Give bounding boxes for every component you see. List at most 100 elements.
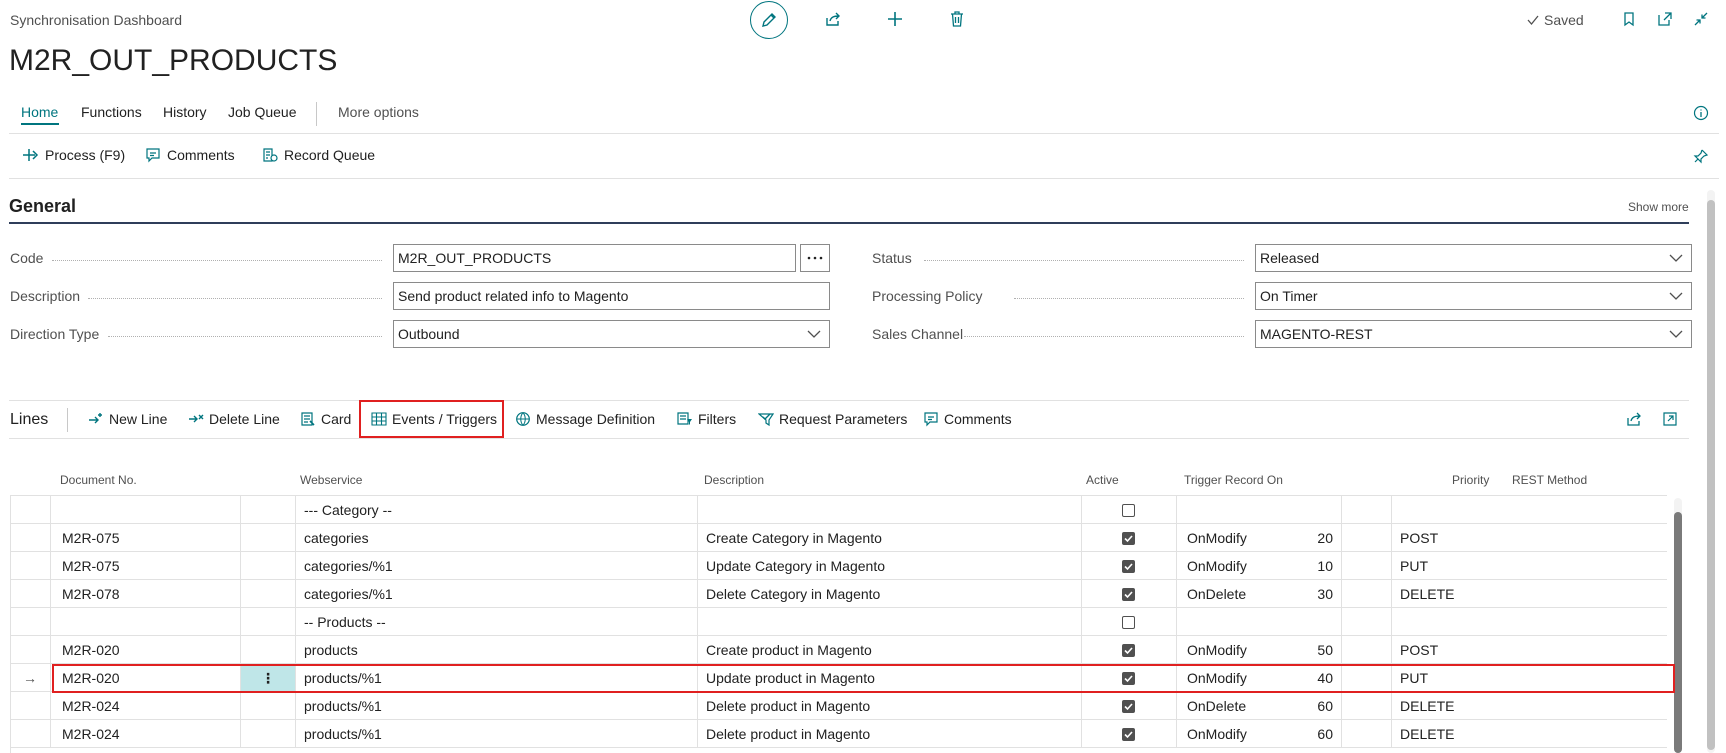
active-checkbox[interactable] <box>1122 672 1135 685</box>
pin-button[interactable] <box>1688 143 1714 169</box>
active-checkbox[interactable] <box>1122 504 1135 517</box>
cell-rest-method[interactable]: PUT <box>1400 664 1428 692</box>
table-row[interactable]: M2R-024 products/%1 Delete product in Mage… <box>11 720 1667 748</box>
lines-title[interactable]: Lines <box>10 411 48 429</box>
cell-rest-method[interactable]: POST <box>1400 636 1438 664</box>
cell-rest-method[interactable]: DELETE <box>1400 692 1454 720</box>
page-scrollbar-thumb[interactable] <box>1707 200 1715 750</box>
cell-webservice[interactable]: categories/%1 <box>304 552 393 580</box>
table-row[interactable]: M2R-075 categories Create Category in Mage… <box>11 524 1667 552</box>
table-row[interactable]: M2R-020 products Create product in Magento… <box>11 636 1667 664</box>
delete-button[interactable] <box>944 6 970 32</box>
cell-trigger-record-on[interactable]: OnModify <box>1187 664 1247 692</box>
collapse-button[interactable] <box>1688 6 1714 32</box>
general-section-title[interactable]: General <box>9 196 76 217</box>
delete-line-button[interactable]: Delete Line <box>188 411 280 427</box>
cell-trigger-record-on[interactable]: OnModify <box>1187 720 1247 748</box>
cell-document-no[interactable]: M2R-075 <box>62 552 120 580</box>
cell-description[interactable]: Delete product in Magento <box>706 692 870 720</box>
cell-document-no[interactable]: M2R-024 <box>62 720 120 748</box>
cell-priority[interactable]: 60 <box>1241 720 1333 748</box>
page-scrollbar[interactable] <box>1707 190 1715 753</box>
cell-trigger-record-on[interactable]: OnModify <box>1187 524 1247 552</box>
process-button[interactable]: Process (F9) <box>23 147 125 163</box>
description-field[interactable]: Send product related info to Magento <box>393 282 830 310</box>
cell-document-no[interactable]: M2R-020 <box>62 636 120 664</box>
share-button[interactable] <box>820 6 846 32</box>
cell-trigger-record-on[interactable]: OnDelete <box>1187 580 1246 608</box>
cell-priority[interactable] <box>1241 608 1333 636</box>
col-document-no[interactable]: Document No. <box>60 473 137 487</box>
cell-description[interactable]: Delete Category in Magento <box>706 580 880 608</box>
tab-job-queue[interactable]: Job Queue <box>228 104 297 120</box>
cell-document-no[interactable]: M2R-020 <box>62 664 120 692</box>
active-checkbox[interactable] <box>1122 588 1135 601</box>
bookmark-button[interactable] <box>1616 6 1642 32</box>
table-row[interactable]: → ⋮ M2R-020 products/%1 Update product in Ma… <box>11 664 1667 692</box>
card-button[interactable]: Card <box>300 411 351 427</box>
active-checkbox[interactable] <box>1122 560 1135 573</box>
cell-webservice[interactable]: -- Products -- <box>304 608 386 636</box>
cell-document-no[interactable]: M2R-024 <box>62 692 120 720</box>
col-active[interactable]: Active <box>1086 473 1119 487</box>
direction-type-select[interactable]: Outbound <box>393 320 830 348</box>
record-queue-button[interactable]: Record Queue <box>262 147 375 163</box>
message-definition-button[interactable]: Message Definition <box>515 411 655 427</box>
grid-scrollbar[interactable] <box>1674 498 1682 753</box>
info-button[interactable] <box>1688 100 1714 126</box>
code-field[interactable]: M2R_OUT_PRODUCTS <box>393 244 796 272</box>
cell-rest-method[interactable]: POST <box>1400 524 1438 552</box>
table-row[interactable]: M2R-024 products/%1 Delete product in Mage… <box>11 692 1667 720</box>
active-checkbox[interactable] <box>1122 644 1135 657</box>
col-description[interactable]: Description <box>704 473 764 487</box>
sales-channel-select[interactable]: MAGENTO-REST <box>1255 320 1692 348</box>
request-parameters-button[interactable]: Request Parameters <box>758 411 907 427</box>
new-button[interactable] <box>882 6 908 32</box>
cell-priority[interactable]: 50 <box>1241 636 1333 664</box>
active-checkbox[interactable] <box>1122 700 1135 713</box>
col-rest-method[interactable]: REST Method <box>1512 473 1587 487</box>
lines-share-button[interactable] <box>1621 406 1647 432</box>
filters-button[interactable]: Filters <box>677 411 736 427</box>
breadcrumb[interactable]: Synchronisation Dashboard <box>10 12 182 28</box>
cell-priority[interactable]: 20 <box>1241 524 1333 552</box>
active-checkbox[interactable] <box>1122 616 1135 629</box>
cell-rest-method[interactable]: DELETE <box>1400 580 1454 608</box>
tab-home[interactable]: Home <box>21 104 58 120</box>
row-menu-button[interactable]: ⋮ <box>241 664 295 692</box>
cell-description[interactable]: Create product in Magento <box>706 636 872 664</box>
cell-webservice[interactable]: products <box>304 636 358 664</box>
cell-webservice[interactable]: categories <box>304 524 369 552</box>
active-checkbox[interactable] <box>1122 728 1135 741</box>
show-more-link[interactable]: Show more <box>1628 200 1689 214</box>
events-triggers-button[interactable]: Events / Triggers <box>371 411 497 427</box>
cell-webservice[interactable]: --- Category -- <box>304 496 392 524</box>
col-priority[interactable]: Priority <box>1452 473 1489 487</box>
cell-description[interactable]: Create Category in Magento <box>706 524 882 552</box>
cell-webservice[interactable]: products/%1 <box>304 692 382 720</box>
cell-priority[interactable]: 40 <box>1241 664 1333 692</box>
processing-policy-select[interactable]: On Timer <box>1255 282 1692 310</box>
cell-rest-method[interactable]: PUT <box>1400 552 1428 580</box>
cell-rest-method[interactable]: DELETE <box>1400 720 1454 748</box>
col-trigger-record-on[interactable]: Trigger Record On <box>1184 473 1283 487</box>
cell-priority[interactable]: 10 <box>1241 552 1333 580</box>
col-webservice[interactable]: Webservice <box>300 473 362 487</box>
table-row[interactable]: -- Products -- <box>11 608 1667 636</box>
tab-more-options[interactable]: More options <box>338 104 419 120</box>
status-select[interactable]: Released <box>1255 244 1692 272</box>
cell-webservice[interactable]: products/%1 <box>304 664 382 692</box>
cell-description[interactable]: Update Category in Magento <box>706 552 885 580</box>
lines-expand-button[interactable] <box>1657 406 1683 432</box>
cell-document-no[interactable]: M2R-078 <box>62 580 120 608</box>
tab-history[interactable]: History <box>163 104 207 120</box>
active-checkbox[interactable] <box>1122 532 1135 545</box>
new-line-button[interactable]: New Line <box>88 411 167 427</box>
edit-button[interactable] <box>750 1 788 39</box>
cell-webservice[interactable]: products/%1 <box>304 720 382 748</box>
open-new-window-button[interactable] <box>1652 6 1678 32</box>
cell-description[interactable]: Update product in Magento <box>706 664 875 692</box>
cell-priority[interactable]: 30 <box>1241 580 1333 608</box>
cell-trigger-record-on[interactable]: OnDelete <box>1187 692 1246 720</box>
code-lookup-button[interactable] <box>800 244 830 272</box>
